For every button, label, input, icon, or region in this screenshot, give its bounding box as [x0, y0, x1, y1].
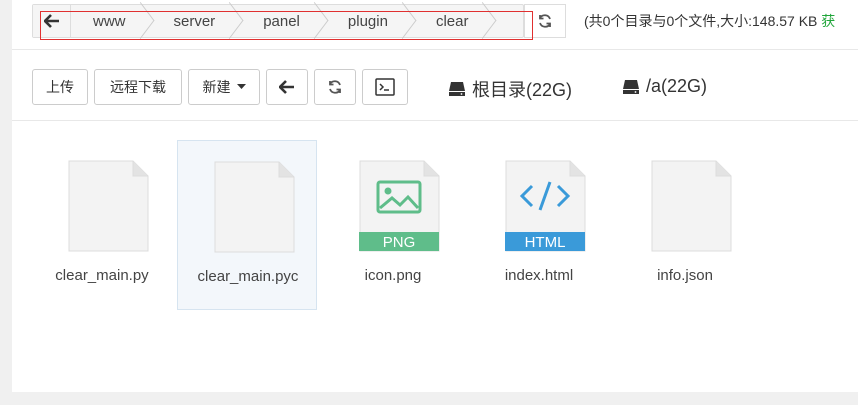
path-box: www server panel plugin clear [32, 4, 524, 38]
disk-label: /a(22G) [646, 76, 708, 96]
breadcrumb-item-www[interactable]: www [71, 5, 150, 37]
new-label: 新建 [202, 79, 231, 95]
breadcrumb-item-clear[interactable]: clear [412, 5, 493, 37]
refresh-button[interactable] [314, 69, 356, 105]
breadcrumb-label: panel [263, 12, 300, 30]
breadcrumb-label: plugin [347, 12, 388, 30]
breadcrumb-label: server [173, 12, 216, 30]
png-file-icon: PNG [359, 160, 440, 252]
hard-drive-icon [623, 79, 639, 94]
directory-summary: (共0个目录与0个文件,大小:148.57 KB 获 [584, 11, 835, 31]
file-manager-panel: www server panel plugin clear (共0个目录与0个文… [12, 0, 858, 392]
breadcrumb-item-plugin[interactable]: plugin [324, 5, 412, 37]
file-name: index.html [504, 267, 574, 284]
remote-download-label: 远程下载 [110, 79, 166, 95]
disk-label: 根目录(22G) [472, 80, 573, 100]
arrow-left-icon [43, 14, 59, 28]
file-name: clear_main.pyc [197, 268, 299, 285]
divider [12, 120, 858, 121]
file-type-badge: PNG [383, 234, 416, 251]
file-item-clear-main-py[interactable]: clear_main.py [32, 140, 172, 310]
file-item-icon-png[interactable]: PNG icon.png [323, 140, 463, 310]
path-refresh-button[interactable] [524, 4, 566, 38]
file-item-info-json[interactable]: info.json [615, 140, 755, 310]
file-icon [651, 160, 732, 252]
file-name: clear_main.py [55, 267, 149, 284]
path-bar: www server panel plugin clear (共0个目录与0个文… [12, 0, 858, 50]
disk-root[interactable]: 根目录(22G) [448, 76, 572, 102]
disk-a[interactable]: /a(22G) [622, 76, 707, 97]
new-button[interactable]: 新建 [188, 69, 260, 105]
back-button[interactable] [33, 5, 71, 37]
terminal-button[interactable] [362, 69, 408, 105]
go-back-button[interactable] [266, 69, 308, 105]
breadcrumb-label: clear [435, 12, 469, 30]
file-icon [68, 160, 149, 252]
breadcrumb-label: www [93, 12, 126, 30]
breadcrumb: www server panel plugin clear [71, 5, 492, 37]
terminal-icon [375, 78, 395, 96]
file-name: info.json [657, 267, 713, 284]
file-icon [214, 161, 295, 253]
breadcrumb-item-panel[interactable]: panel [239, 5, 324, 37]
hard-drive-icon [449, 82, 465, 96]
file-item-clear-main-pyc[interactable]: clear_main.pyc [177, 140, 317, 310]
refresh-icon [329, 80, 341, 94]
upload-label: 上传 [46, 79, 74, 95]
breadcrumb-item-server[interactable]: server [150, 5, 240, 37]
summary-text: (共0个目录与0个文件,大小:148.57 KB [584, 13, 818, 29]
refresh-icon [539, 14, 551, 28]
file-name: icon.png [364, 267, 422, 284]
divider [12, 49, 858, 50]
caret-down-icon [236, 84, 246, 89]
file-type-badge: HTML [525, 234, 566, 251]
summary-link[interactable]: 获 [821, 13, 835, 29]
remote-download-button[interactable]: 远程下载 [94, 69, 182, 105]
html-file-icon: HTML [505, 160, 586, 252]
upload-button[interactable]: 上传 [32, 69, 88, 105]
arrow-left-icon [279, 80, 294, 94]
file-item-index-html[interactable]: HTML index.html [469, 140, 609, 310]
